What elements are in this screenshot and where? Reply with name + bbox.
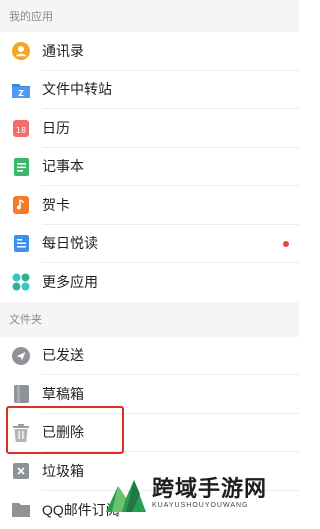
sidebar-item-daily-reading[interactable]: 每日悦读 xyxy=(0,225,299,264)
watermark-logo-icon xyxy=(104,470,148,514)
sidebar-item-greeting-card[interactable]: 贺卡 xyxy=(0,186,299,225)
sidebar-item-notepad[interactable]: 记事本 xyxy=(0,148,299,187)
calendar-icon-date: 18 xyxy=(13,120,29,137)
sidebar-item-label: 贺卡 xyxy=(42,186,299,225)
file-transfer-icon: Z xyxy=(0,82,42,98)
deleted-highlight-box xyxy=(6,406,124,454)
watermark-subtitle: KUAYUSHOUYOUWANG xyxy=(152,502,267,509)
subscription-folder-icon xyxy=(0,502,42,517)
site-watermark: 跨域手游网 KUAYUSHOUYOUWANG xyxy=(104,466,299,518)
contacts-icon xyxy=(0,42,42,60)
sidebar-item-more-apps[interactable]: 更多应用 xyxy=(0,263,299,302)
sidebar-item-label: 记事本 xyxy=(42,148,299,187)
daily-reading-icon xyxy=(0,235,42,252)
sidebar-item-label: 日历 xyxy=(42,109,299,148)
greeting-card-icon xyxy=(0,196,42,214)
section-title-apps: 我的应用 xyxy=(9,8,53,24)
section-header-apps: 我的应用 xyxy=(0,0,299,32)
svg-text:Z: Z xyxy=(18,89,24,98)
sidebar-item-label: 通讯录 xyxy=(42,32,299,71)
more-apps-icon xyxy=(0,273,42,291)
unread-dot xyxy=(283,241,289,247)
sidebar-item-label: 更多应用 xyxy=(42,263,299,302)
sidebar-item-contacts[interactable]: 通讯录 xyxy=(0,32,299,71)
section-header-folders: 文件夹 xyxy=(0,302,299,337)
sidebar-item-label: 文件中转站 xyxy=(42,71,299,110)
spam-icon xyxy=(0,463,42,479)
folder-item-label: 已发送 xyxy=(42,337,299,376)
folder-item-sent[interactable]: 已发送 xyxy=(0,337,299,376)
sent-icon xyxy=(0,347,42,365)
sidebar-item-label: 每日悦读 xyxy=(42,225,299,264)
drafts-icon xyxy=(0,385,42,403)
sidebar-item-file-transfer[interactable]: Z 文件中转站 xyxy=(0,71,299,110)
section-title-folders: 文件夹 xyxy=(9,311,42,327)
calendar-icon: 18 xyxy=(0,120,42,137)
watermark-title: 跨域手游网 xyxy=(152,476,267,502)
notepad-icon xyxy=(0,158,42,176)
sidebar-item-calendar[interactable]: 18 日历 xyxy=(0,109,299,148)
